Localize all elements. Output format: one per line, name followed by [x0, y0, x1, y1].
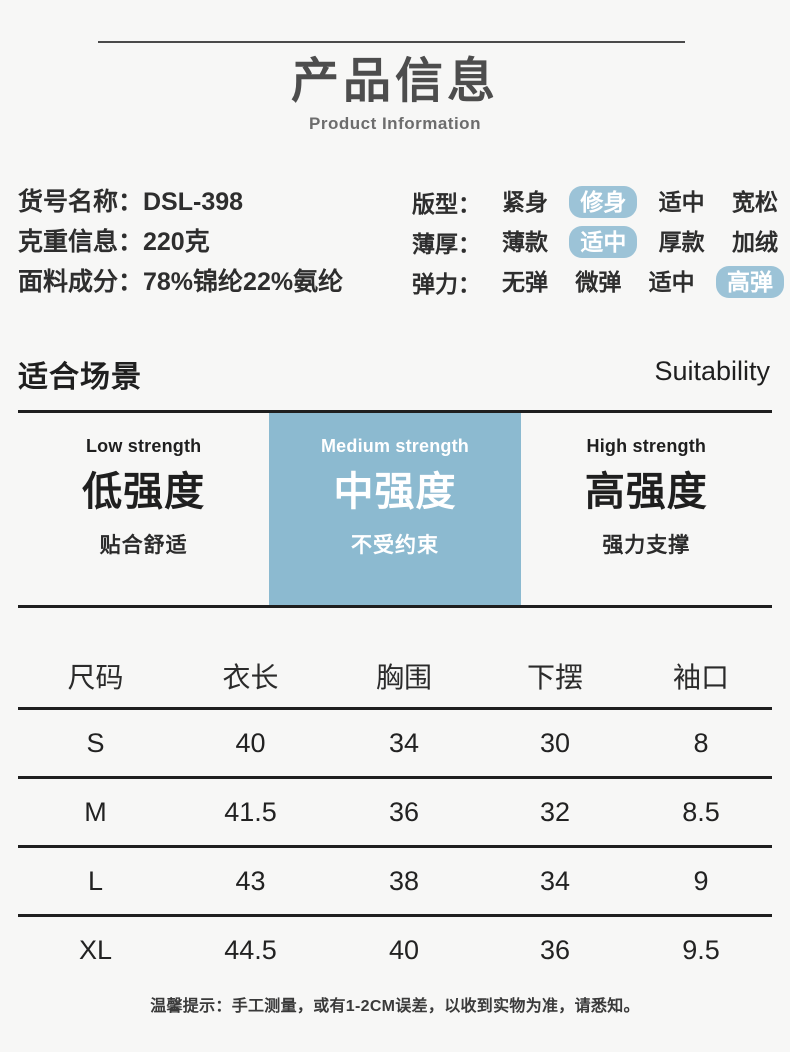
strength-column-low[interactable]: Low strength 低强度 贴合舒适 — [18, 413, 269, 605]
attribute-options-thickness: 薄款 适中 厚款 加绒 — [496, 226, 784, 258]
attribute-options-fit: 紧身 修身 适中 宽松 — [496, 186, 784, 218]
spec-item-weight: 克重信息：220克 — [18, 228, 210, 256]
cell-length: 44.5 — [224, 934, 277, 965]
table-row: M 41.5 36 32 8.5 — [18, 779, 772, 845]
cell-cuff: 8 — [693, 727, 709, 758]
page-title: 产品信息 — [290, 55, 499, 108]
cell-hem: 34 — [539, 865, 571, 896]
attribute-option-thickness-2[interactable]: 厚款 — [653, 226, 711, 258]
attribute-option-thickness-1[interactable]: 适中 — [569, 226, 638, 258]
header-divider — [98, 41, 685, 43]
spec-item-fabric: 面料成分：78%锦纶22%氨纶 — [18, 268, 344, 296]
cell-bust: 36 — [388, 796, 420, 827]
attribute-option-fit-3[interactable]: 宽松 — [726, 186, 784, 218]
suitability-heading-cn: 适合场景 — [18, 361, 142, 394]
strength-label-cn-high: 高强度 — [584, 470, 708, 514]
table-row: L 43 38 34 9 — [18, 848, 772, 914]
column-header-length: 衣长 — [222, 662, 279, 693]
page-subtitle: Product Information — [309, 114, 481, 133]
spec-item-code: 货号名称：DSL-398 — [18, 188, 244, 216]
attribute-option-elasticity-3[interactable]: 高弹 — [715, 266, 784, 298]
strength-label-en-low: Low strength — [85, 436, 202, 456]
attribute-label-fit: 版型： — [412, 191, 481, 217]
strength-label-cn-medium: 中强度 — [333, 470, 457, 514]
attribute-row-thickness: 薄厚： 薄款 适中 厚款 加绒 — [412, 222, 784, 262]
attribute-row-elasticity: 弹力： 无弹 微弹 适中 高弹 — [412, 262, 784, 302]
spec-list: 货号名称：DSL-398 克重信息：220克 面料成分：78%锦纶22%氨纶 — [18, 182, 418, 302]
cell-bust: 38 — [388, 865, 420, 896]
cell-hem: 36 — [539, 934, 571, 965]
table-row: S 40 34 30 8 — [18, 710, 772, 776]
cell-length: 40 — [235, 727, 266, 758]
cell-length: 41.5 — [224, 796, 277, 827]
attribute-option-elasticity-1[interactable]: 微弹 — [569, 266, 627, 298]
strength-sub-high: 强力支撑 — [602, 534, 691, 557]
cell-length: 43 — [235, 865, 266, 896]
strength-column-high[interactable]: High strength 高强度 强力支撑 — [521, 413, 772, 605]
attribute-option-elasticity-0[interactable]: 无弹 — [496, 266, 554, 298]
strength-sub-low: 贴合舒适 — [99, 534, 188, 557]
measurement-note: 温馨提示：手工测量，或有1-2CM误差，以收到实物为准，请悉知。 — [150, 998, 640, 1015]
cell-size: XL — [78, 934, 113, 965]
strength-label-cn-low: 低强度 — [82, 470, 206, 514]
cell-bust: 34 — [388, 727, 420, 758]
strength-sub-medium: 不受约束 — [350, 534, 439, 557]
strength-column-medium[interactable]: Medium strength 中强度 不受约束 — [269, 413, 521, 605]
cell-size: L — [87, 865, 104, 896]
attribute-row-fit: 版型： 紧身 修身 适中 宽松 — [412, 182, 784, 222]
column-header-size: 尺码 — [67, 662, 124, 693]
attribute-option-fit-2[interactable]: 适中 — [653, 186, 711, 218]
cell-size: S — [86, 727, 105, 758]
attribute-options-elasticity: 无弹 微弹 适中 高弹 — [496, 266, 784, 298]
column-header-hem: 下摆 — [526, 662, 583, 693]
cell-hem: 32 — [539, 796, 571, 827]
suitability-bottom-divider — [18, 605, 772, 608]
cell-cuff: 9 — [693, 865, 709, 896]
attribute-option-thickness-0[interactable]: 薄款 — [496, 226, 554, 258]
cell-size: M — [84, 796, 107, 827]
column-header-cuff: 袖口 — [672, 662, 729, 693]
size-table: 尺码 衣长 胸围 下摆 袖口 S 40 34 30 8 M 41.5 36 32… — [18, 645, 772, 983]
table-row: XL 44.5 40 36 9.5 — [18, 917, 772, 983]
attribute-list: 版型： 紧身 修身 适中 宽松 薄厚： 薄款 适中 厚款 加绒 弹力： 无弹 微… — [412, 182, 784, 302]
cell-bust: 40 — [388, 934, 420, 965]
cell-cuff: 8.5 — [682, 796, 720, 827]
strength-label-en-medium: Medium strength — [320, 436, 469, 456]
attribute-option-fit-1[interactable]: 修身 — [569, 186, 638, 218]
cell-hem: 30 — [539, 727, 571, 758]
product-information-page: 产品信息 Product Information 货号名称：DSL-398 克重… — [0, 0, 790, 1052]
attribute-option-thickness-3[interactable]: 加绒 — [726, 226, 784, 258]
attribute-label-elasticity: 弹力： — [412, 271, 481, 297]
suitability-heading-en: Suitability — [654, 356, 770, 386]
strength-band: Low strength 低强度 贴合舒适 Medium strength 中强… — [18, 413, 772, 605]
attribute-option-fit-0[interactable]: 紧身 — [496, 186, 554, 218]
attribute-option-elasticity-2[interactable]: 适中 — [643, 266, 701, 298]
strength-label-en-high: High strength — [586, 436, 707, 456]
attribute-label-thickness: 薄厚： — [412, 231, 481, 257]
cell-cuff: 9.5 — [682, 934, 720, 965]
column-header-bust: 胸围 — [375, 662, 432, 693]
table-header-row: 尺码 衣长 胸围 下摆 袖口 — [18, 645, 772, 707]
